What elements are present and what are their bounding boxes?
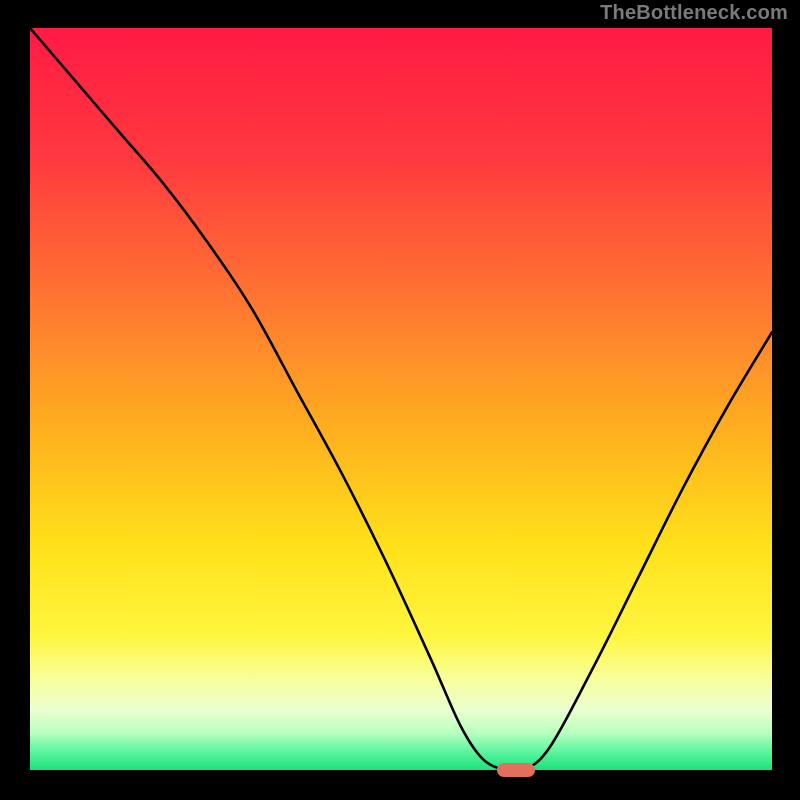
background-gradient bbox=[30, 28, 772, 770]
optimal-point-marker bbox=[497, 763, 534, 777]
watermark-text: TheBottleneck.com bbox=[600, 2, 788, 25]
plot-area bbox=[30, 28, 772, 770]
chart-container: TheBottleneck.com bbox=[0, 0, 800, 800]
